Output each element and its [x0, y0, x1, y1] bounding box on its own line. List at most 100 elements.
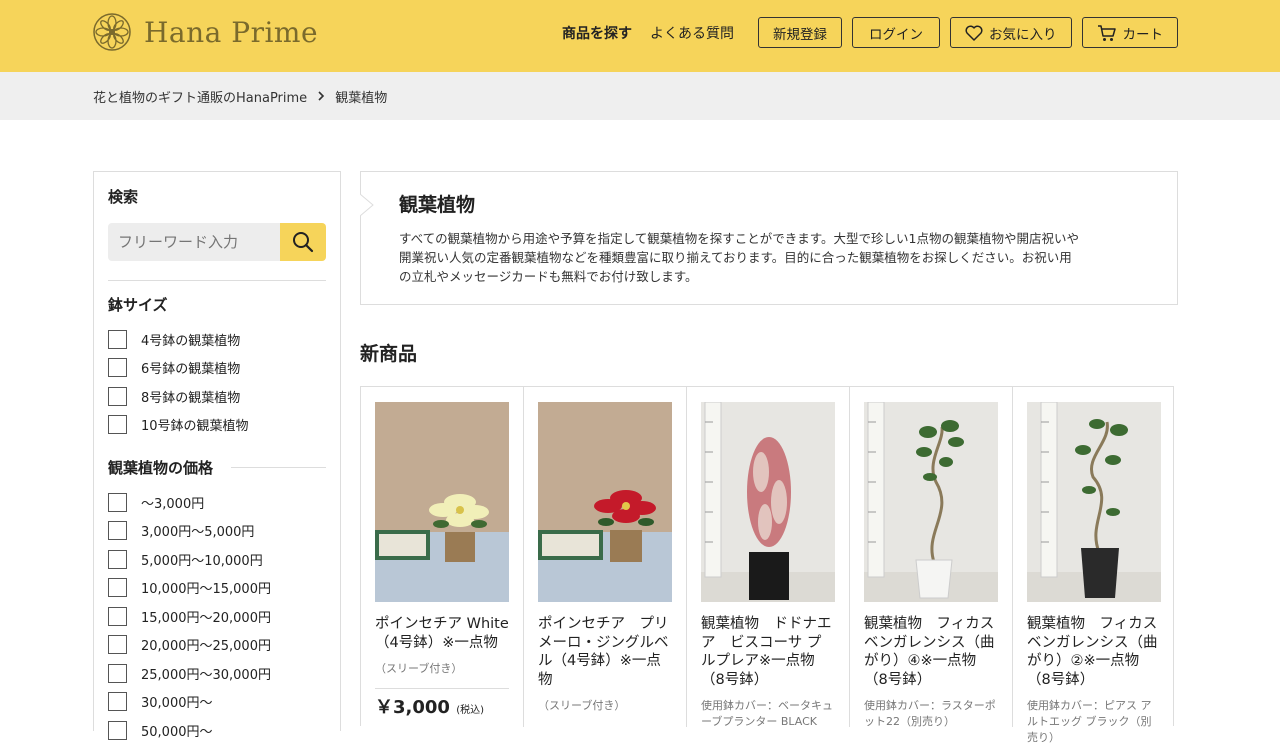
main-nav: 商品を探す よくある質問 新規登録 ログイン お気に入り カート — [562, 17, 1178, 48]
product-card[interactable]: 観葉植物 フィカス ベンガレンシス（曲がり）②※一点物（8号鉢） 使用鉢カバー：… — [1013, 387, 1175, 744]
breadcrumb-home[interactable]: 花と植物のギフト通販のHanaPrime — [93, 87, 307, 106]
logo[interactable]: Hana Prime — [92, 12, 318, 52]
search-icon — [293, 232, 314, 253]
intro-line-3: の立札やメッセージカードも無料でお付け致します。 — [399, 269, 698, 284]
checkbox[interactable] — [108, 635, 127, 655]
price-option[interactable]: 50,000円〜 — [108, 716, 326, 745]
product-card[interactable]: ポインセチア White（4号鉢）※一点物 （スリーブ付き） ￥3,000 (税… — [361, 387, 524, 727]
price-option[interactable]: 10,000円〜15,000円 — [108, 574, 326, 603]
checkbox[interactable] — [108, 578, 127, 598]
price-option[interactable]: 3,000円〜5,000円 — [108, 517, 326, 546]
favorites-button[interactable]: お気に入り — [950, 17, 1072, 48]
price-option[interactable]: 5,000円〜10,000円 — [108, 545, 326, 574]
price-option[interactable]: 15,000円〜20,000円 — [108, 602, 326, 631]
search-form — [108, 223, 326, 261]
nav-faq[interactable]: よくある質問 — [650, 23, 734, 43]
checkbox[interactable] — [108, 415, 127, 435]
product-name[interactable]: 観葉植物 フィカス ベンガレンシス（曲がり）④※一点物（8号鉢） — [864, 615, 998, 689]
option-label: 10,000円〜15,000円 — [141, 582, 271, 598]
option-label: 25,000円〜30,000円 — [141, 667, 271, 683]
new-products-title: 新商品 — [360, 343, 418, 365]
option-label: 30,000円〜 — [141, 696, 213, 712]
cart-button[interactable]: カート — [1081, 17, 1178, 48]
logo-text: Hana Prime — [144, 15, 319, 49]
site-header: Hana Prime 商品を探す よくある質問 新規登録 ログイン お気に入り … — [0, 0, 1280, 72]
breadcrumb-bar: 花と植物のギフト通販のHanaPrime 観葉植物 — [0, 72, 1280, 120]
search-button[interactable] — [280, 223, 326, 261]
register-label: 新規登録 — [773, 26, 827, 43]
category-intro: 観葉植物 すべての観葉植物から用途や予算を指定して観葉植物を探すことができます。… — [360, 171, 1178, 305]
option-label: 50,000円〜 — [141, 724, 213, 740]
product-name[interactable]: 観葉植物 ドドナエア ビスコーサ プルプレア※一点物（8号鉢） — [701, 615, 835, 689]
product-image-red-poinsettia[interactable] — [538, 402, 672, 602]
checkbox[interactable] — [108, 663, 127, 683]
heart-icon — [965, 25, 983, 41]
login-button[interactable]: ログイン — [852, 17, 940, 48]
option-label: 4号鉢の観葉植物 — [141, 333, 241, 349]
breadcrumb-current: 観葉植物 — [335, 91, 388, 106]
option-label: 20,000円〜25,000円 — [141, 639, 271, 655]
option-label: 8号鉢の観葉植物 — [141, 390, 241, 406]
product-name[interactable]: 観葉植物 フィカス ベンガレンシス（曲がり）②※一点物（8号鉢） — [1027, 615, 1161, 689]
product-card[interactable]: ポインセチア プリメーロ・ジングルベル（4号鉢）※一点物 （スリーブ付き） — [524, 387, 687, 727]
checkbox[interactable] — [108, 521, 127, 541]
pot-size-title: 鉢サイズ — [108, 294, 326, 315]
register-button[interactable]: 新規登録 — [758, 17, 842, 48]
login-label: ログイン — [869, 26, 923, 43]
chevron-right-icon — [317, 90, 325, 104]
pot-size-title-text: 鉢サイズ — [108, 296, 168, 314]
intro-description: すべての観葉植物から用途や予算を指定して観葉植物を探すことができます。大型で珍し… — [399, 229, 1139, 286]
product-note: 使用鉢カバー：ラスターポット22（別売り） — [864, 699, 996, 728]
search-title: 検索 — [108, 188, 139, 206]
price-title: 観葉植物の価格 — [108, 457, 326, 478]
price-option[interactable]: 25,000円〜30,000円 — [108, 659, 326, 688]
product-image-ficus-black-pot[interactable] — [1027, 402, 1161, 602]
cart-label: カート — [1122, 26, 1164, 43]
intro-line-2: 開業祝い人気の定番観葉植物などを種類豊富に取り揃えております。目的に合った観葉植… — [399, 250, 1072, 265]
pot-size-list: 4号鉢の観葉植物 6号鉢の観葉植物 8号鉢の観葉植物 10号鉢の観葉植物 — [108, 325, 326, 439]
checkbox[interactable] — [108, 329, 127, 349]
checkbox[interactable] — [108, 549, 127, 569]
pot-size-option[interactable]: 4号鉢の観葉植物 — [108, 325, 326, 354]
product-name[interactable]: ポインセチア プリメーロ・ジングルベル（4号鉢）※一点物 — [538, 615, 672, 689]
price-option[interactable]: 20,000円〜25,000円 — [108, 631, 326, 660]
favorites-label: お気に入り — [989, 26, 1057, 43]
product-note: （スリーブ付き） — [538, 699, 626, 712]
breadcrumb: 花と植物のギフト通販のHanaPrime 観葉植物 — [93, 87, 387, 106]
product-image-white-poinsettia[interactable] — [375, 402, 509, 602]
option-label: 10号鉢の観葉植物 — [141, 419, 249, 435]
nav-search-products[interactable]: 商品を探す — [562, 23, 632, 43]
product-note: 使用鉢カバー：ピアス アルトエッグ ブラック（別売り） — [1027, 699, 1152, 744]
product-card[interactable]: 観葉植物 フィカス ベンガレンシス（曲がり）④※一点物（8号鉢） 使用鉢カバー：… — [850, 387, 1013, 728]
product-image-ficus-white-pot[interactable] — [864, 402, 998, 602]
option-label: 3,000円〜5,000円 — [141, 525, 255, 541]
product-image-dodonaea[interactable] — [701, 402, 835, 602]
pot-size-option[interactable]: 6号鉢の観葉植物 — [108, 354, 326, 383]
pot-size-option[interactable]: 8号鉢の観葉植物 — [108, 382, 326, 411]
product-name[interactable]: ポインセチア White（4号鉢）※一点物 — [375, 615, 509, 652]
logo-flower-icon — [93, 13, 131, 51]
product-note: （スリーブ付き） — [375, 662, 463, 675]
price-value: ￥3,000 — [375, 697, 450, 718]
product-grid: ポインセチア White（4号鉢）※一点物 （スリーブ付き） ￥3,000 (税… — [360, 386, 1175, 744]
product-card[interactable]: 観葉植物 ドドナエア ビスコーサ プルプレア※一点物（8号鉢） 使用鉢カバー：ベ… — [687, 387, 850, 728]
product-price: ￥3,000 (税込) — [375, 688, 509, 719]
pot-size-option[interactable]: 10号鉢の観葉植物 — [108, 411, 326, 440]
cart-icon — [1097, 24, 1117, 42]
option-label: 5,000円〜10,000円 — [141, 553, 263, 569]
search-input[interactable] — [108, 223, 280, 261]
checkbox[interactable] — [108, 720, 127, 740]
checkbox[interactable] — [108, 358, 127, 378]
product-note: 使用鉢カバー：ベータキューブプランター BLACK — [701, 699, 833, 728]
option-label: 〜3,000円 — [141, 496, 205, 512]
divider — [108, 280, 326, 281]
checkbox[interactable] — [108, 386, 127, 406]
checkbox[interactable] — [108, 492, 127, 512]
price-option[interactable]: 30,000円〜 — [108, 688, 326, 717]
option-label: 15,000円〜20,000円 — [141, 610, 271, 626]
intro-line-1: すべての観葉植物から用途や予算を指定して観葉植物を探すことができます。大型で珍し… — [399, 231, 1079, 246]
checkbox[interactable] — [108, 692, 127, 712]
checkbox[interactable] — [108, 606, 127, 626]
option-label: 6号鉢の観葉植物 — [141, 362, 241, 378]
price-option[interactable]: 〜3,000円 — [108, 488, 326, 517]
